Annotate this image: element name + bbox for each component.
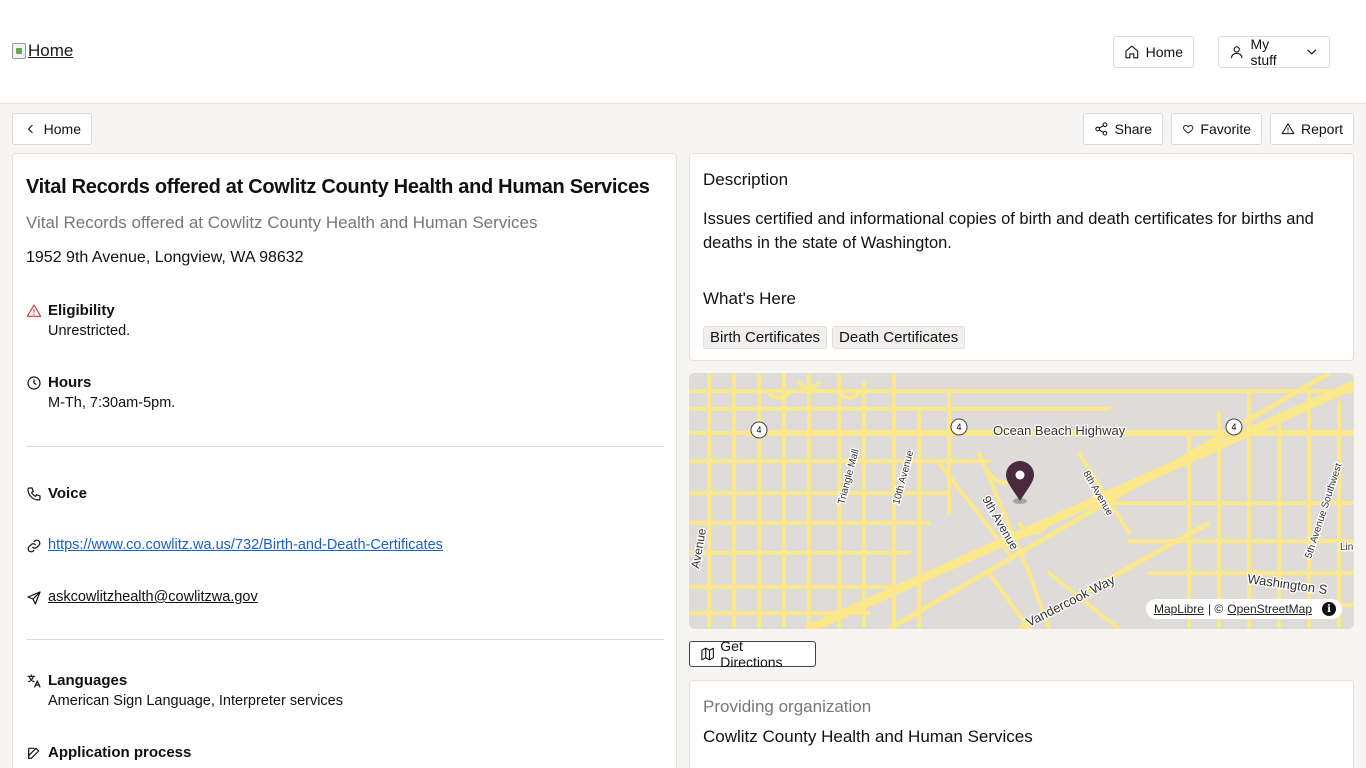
tag-birth-certificates: Birth Certificates xyxy=(703,326,828,349)
languages-section: Languages American Sign Language, Interp… xyxy=(26,672,343,709)
info-icon[interactable]: i xyxy=(1322,602,1336,616)
whats-here-heading: What's Here xyxy=(703,289,796,308)
report-label: Report xyxy=(1300,121,1343,137)
my-stuff-label: My stuff xyxy=(1250,36,1277,68)
eligibility-label: Eligibility xyxy=(48,302,115,319)
street-label-washington: Washington S xyxy=(1247,571,1329,597)
voice-section: Voice xyxy=(26,485,87,502)
phone-icon xyxy=(27,487,41,501)
favorite-label: Favorite xyxy=(1200,121,1251,137)
get-directions-button[interactable]: Get Directions xyxy=(689,638,816,670)
eligibility-section: Eligibility Unrestricted. xyxy=(26,302,130,339)
website-link[interactable]: https://www.co.cowlitz.wa.us/732/Birth-a… xyxy=(48,537,443,553)
tag-list: Birth Certificates Death Certificates xyxy=(703,326,966,349)
share-button[interactable]: Share xyxy=(1083,113,1163,145)
route-shield: 4 xyxy=(956,422,961,432)
description-heading: Description xyxy=(703,170,789,189)
street-label-left-ave: Avenue xyxy=(689,527,709,570)
send-icon xyxy=(27,591,41,605)
favorite-button[interactable]: Favorite xyxy=(1171,113,1262,145)
my-stuff-button[interactable]: My stuff xyxy=(1218,36,1330,68)
route-shield: 4 xyxy=(756,425,761,435)
attribution-separator: | © xyxy=(1207,602,1224,616)
street-label-ocean-beach: Ocean Beach Highway xyxy=(993,423,1126,438)
report-button[interactable]: Report xyxy=(1270,113,1354,145)
home-logo-alt: Home xyxy=(28,41,74,60)
service-address: 1952 9th Avenue, Longview, WA 98632 xyxy=(26,249,304,266)
share-icon xyxy=(1095,122,1108,136)
translate-icon xyxy=(27,674,41,688)
edit-icon xyxy=(28,747,40,759)
location-pin-icon[interactable] xyxy=(1006,461,1034,504)
page-subtitle: Vital Records offered at Cowlitz County … xyxy=(26,213,538,232)
voice-label: Voice xyxy=(48,485,87,502)
languages-value: American Sign Language, Interpreter serv… xyxy=(48,693,343,709)
share-label: Share xyxy=(1114,121,1152,137)
broken-image-icon xyxy=(12,43,26,59)
description-panel: Description Issues certified and informa… xyxy=(689,153,1354,361)
home-icon xyxy=(1125,45,1139,59)
hours-section: Hours M-Th, 7:30am-5pm. xyxy=(26,374,175,411)
back-home-button[interactable]: Home xyxy=(12,113,92,145)
warning-icon xyxy=(26,304,42,317)
languages-label: Languages xyxy=(48,672,128,689)
divider xyxy=(26,446,664,447)
application-label: Application process xyxy=(48,744,192,761)
organization-heading: Providing organization xyxy=(703,697,872,716)
chevron-left-icon xyxy=(27,124,33,134)
organization-panel: Providing organization Cowlitz County He… xyxy=(689,680,1354,768)
header-home-label: Home xyxy=(1145,44,1183,60)
page-title: Vital Records offered at Cowlitz County … xyxy=(26,176,650,198)
get-directions-label: Get Directions xyxy=(720,638,783,670)
tag-death-certificates: Death Certificates xyxy=(832,326,966,349)
back-home-label: Home xyxy=(43,121,81,137)
map-icon xyxy=(701,647,714,661)
application-section: Application process xyxy=(26,744,191,761)
website-section: https://www.co.cowlitz.wa.us/732/Birth-a… xyxy=(26,537,443,554)
location-map[interactable]: 4 4 4 Ocean Beach Highway Triangle Mall … xyxy=(689,373,1354,629)
warning-icon xyxy=(1281,123,1295,135)
top-bar: Home Home My stuff xyxy=(0,0,1366,104)
hours-label: Hours xyxy=(48,374,92,391)
link-icon xyxy=(27,539,41,553)
map-canvas[interactable]: 4 4 4 Ocean Beach Highway Triangle Mall … xyxy=(689,373,1354,629)
maplibre-link[interactable]: MapLibre xyxy=(1154,602,1204,616)
eligibility-value: Unrestricted. xyxy=(48,323,131,339)
heart-icon xyxy=(1183,125,1194,134)
street-label-lin: Lin xyxy=(1340,542,1353,553)
clock-icon xyxy=(27,376,41,390)
header-home-button[interactable]: Home xyxy=(1113,36,1194,68)
email-section: askcowlitzhealth@cowlitzwa.gov xyxy=(26,589,258,606)
route-shield: 4 xyxy=(1231,422,1236,432)
user-icon xyxy=(1231,46,1243,59)
openstreetmap-link[interactable]: OpenStreetMap xyxy=(1227,602,1312,616)
home-logo-link[interactable]: Home xyxy=(12,41,73,61)
chevron-down-icon xyxy=(1306,49,1316,55)
email-link[interactable]: askcowlitzhealth@cowlitzwa.gov xyxy=(48,589,258,605)
divider xyxy=(26,639,664,640)
service-details-panel: Vital Records offered at Cowlitz County … xyxy=(12,153,677,768)
description-text: Issues certified and informational copie… xyxy=(703,210,1314,252)
organization-name[interactable]: Cowlitz County Health and Human Services xyxy=(703,727,1033,747)
hours-value: M-Th, 7:30am-5pm. xyxy=(48,395,176,411)
map-attribution: MapLibre | © OpenStreetMap i xyxy=(1145,599,1342,619)
